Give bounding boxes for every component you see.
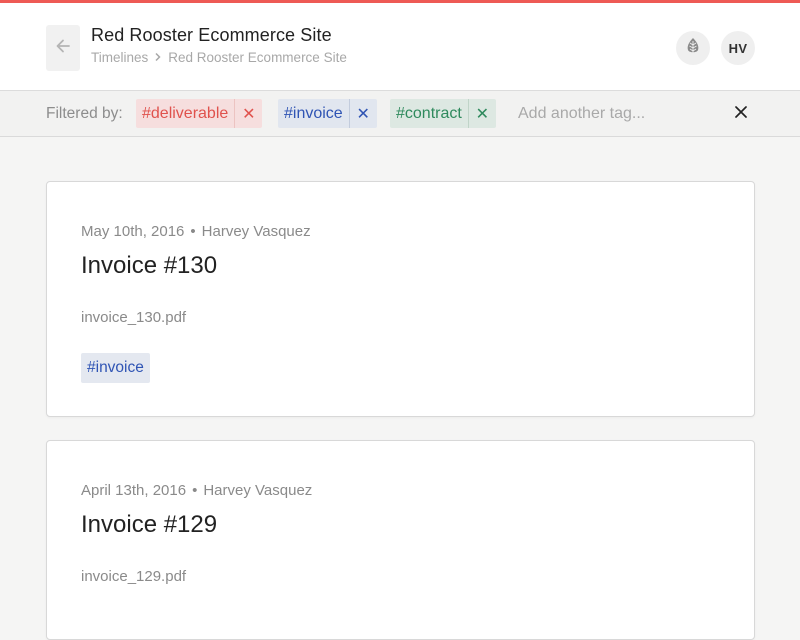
leaf-icon — [685, 37, 701, 60]
card-tag[interactable]: #invoice — [81, 353, 150, 383]
filter-tag-label[interactable]: #contract — [390, 99, 468, 128]
card-meta: April 13th, 2016 • Harvey Vasquez — [81, 482, 312, 499]
user-avatar[interactable]: HV — [721, 31, 755, 65]
meta-separator: • — [192, 482, 198, 499]
timeline-card[interactable]: April 13th, 2016 • Harvey Vasquez Invoic… — [46, 440, 755, 640]
timeline-card[interactable]: May 10th, 2016 • Harvey Vasquez Invoice … — [46, 181, 755, 417]
filter-tag-label[interactable]: #deliverable — [136, 99, 234, 128]
card-attachment[interactable]: invoice_129.pdf — [81, 568, 186, 585]
remove-tag-icon[interactable]: ✕ — [348, 99, 377, 128]
filter-tag-deliverable: #deliverable ✕ — [136, 99, 263, 128]
chevron-right-icon — [154, 51, 162, 65]
filter-tag-label[interactable]: #invoice — [278, 99, 349, 128]
card-title[interactable]: Invoice #129 — [81, 511, 217, 539]
card-date: May 10th, 2016 — [81, 223, 185, 240]
filter-tag-invoice: #invoice ✕ — [278, 99, 377, 128]
remove-tag-icon[interactable]: ✕ — [467, 99, 496, 128]
add-tag-input[interactable] — [518, 101, 708, 127]
filter-label: Filtered by: — [46, 105, 123, 122]
filter-bar: Filtered by: #deliverable ✕ #invoice ✕ #… — [0, 91, 800, 137]
back-button[interactable] — [46, 25, 80, 71]
filter-tag-contract: #contract ✕ — [390, 99, 496, 128]
close-icon — [735, 105, 747, 123]
card-meta: May 10th, 2016 • Harvey Vasquez — [81, 223, 311, 240]
breadcrumb-item-current: Red Rooster Ecommerce Site — [168, 50, 347, 65]
clear-filters-button[interactable] — [728, 101, 754, 127]
remove-tag-icon[interactable]: ✕ — [234, 99, 262, 128]
meta-separator: • — [190, 223, 196, 240]
page-title: Red Rooster Ecommerce Site — [91, 25, 332, 45]
card-author: Harvey Vasquez — [201, 223, 311, 240]
page-header: Red Rooster Ecommerce Site Timelines Red… — [0, 3, 800, 91]
leaf-button[interactable] — [676, 31, 710, 65]
card-attachment[interactable]: invoice_130.pdf — [81, 309, 186, 326]
breadcrumb-item-timelines[interactable]: Timelines — [91, 50, 148, 65]
arrow-left-icon — [54, 37, 72, 60]
card-author: Harvey Vasquez — [203, 482, 313, 499]
breadcrumb: Timelines Red Rooster Ecommerce Site — [91, 50, 347, 65]
card-title[interactable]: Invoice #130 — [81, 252, 217, 280]
card-date: April 13th, 2016 — [81, 482, 187, 499]
